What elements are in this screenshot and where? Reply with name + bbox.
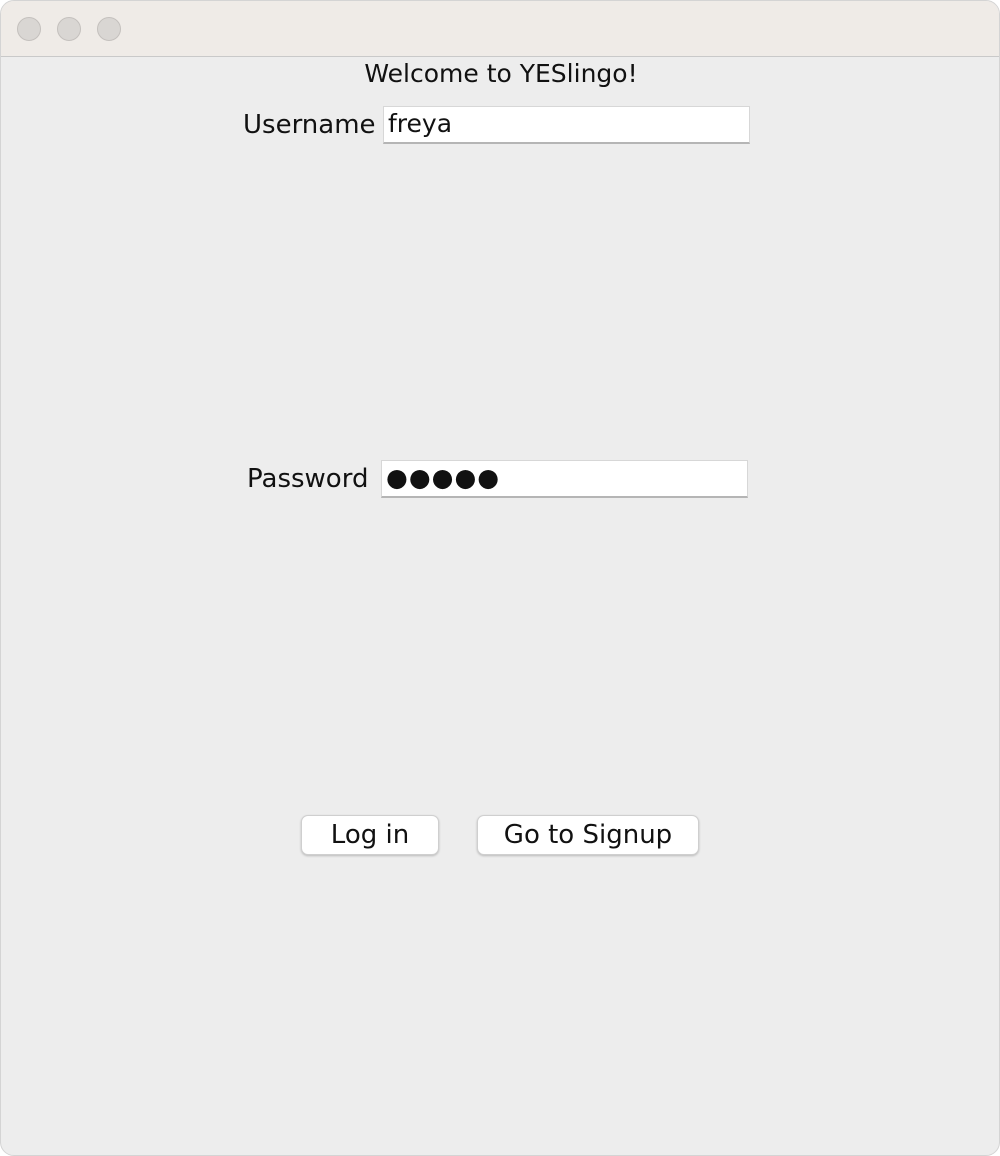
login-button[interactable]: Log in [301, 815, 439, 855]
close-icon[interactable] [17, 17, 41, 41]
zoom-icon[interactable] [97, 17, 121, 41]
minimize-icon[interactable] [57, 17, 81, 41]
go-to-signup-button[interactable]: Go to Signup [477, 815, 699, 855]
username-input[interactable]: freya [383, 106, 750, 144]
welcome-heading: Welcome to YESlingo! [364, 59, 638, 88]
username-label: Username [243, 110, 376, 140]
title-bar[interactable] [1, 1, 999, 57]
password-input[interactable]: ●●●●● [381, 460, 748, 498]
password-label: Password [247, 464, 369, 494]
login-window: Welcome to YESlingo! Username freya Pass… [0, 0, 1000, 1156]
